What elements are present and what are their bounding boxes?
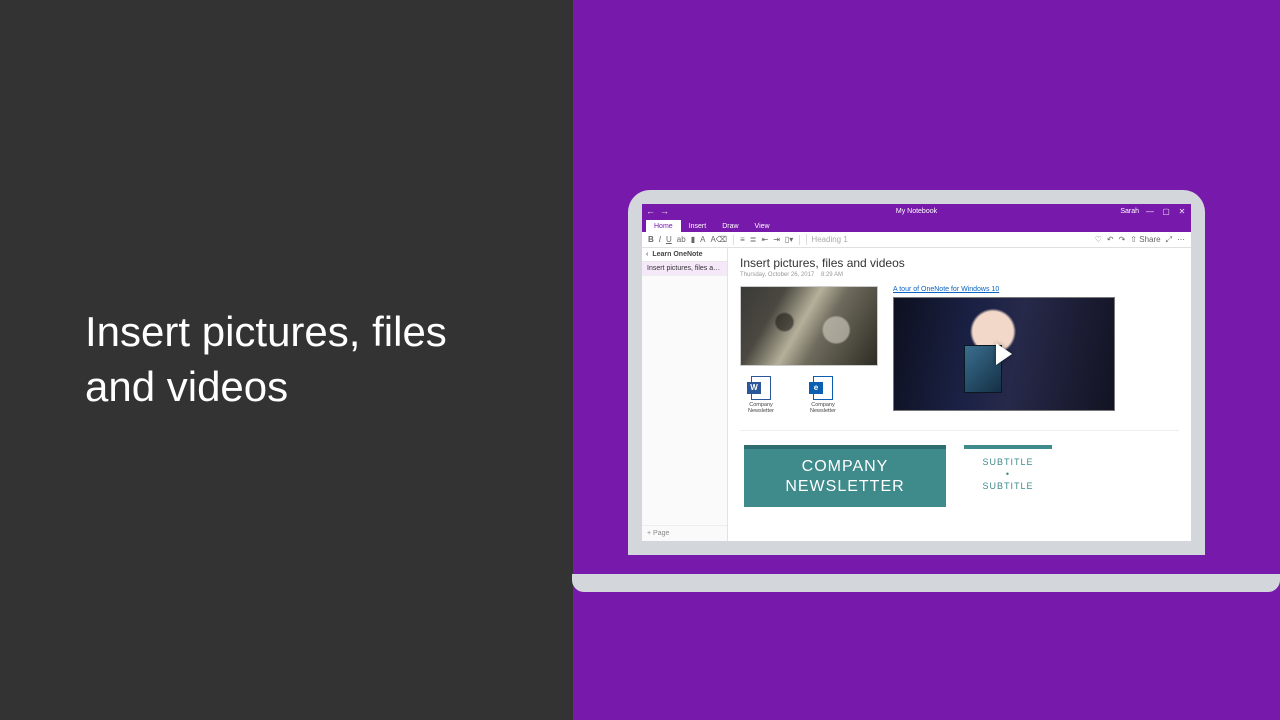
- onenote-window: ← → My Notebook Sarah — ▢ ✕ Home Insert …: [642, 204, 1191, 541]
- add-page-button[interactable]: + Page: [642, 525, 727, 541]
- notebook-title[interactable]: My Notebook: [896, 208, 937, 215]
- pdf-file-icon: [813, 376, 833, 400]
- slide-title: Insert pictures, files and videos: [85, 305, 505, 414]
- page-list-item[interactable]: Insert pictures, files an…: [642, 262, 727, 276]
- nav-back-icon[interactable]: ←: [646, 206, 655, 216]
- laptop-frame: ← → My Notebook Sarah — ▢ ✕ Home Insert …: [628, 190, 1205, 555]
- tab-draw[interactable]: Draw: [714, 220, 746, 232]
- align-button[interactable]: ▯▾: [785, 235, 793, 244]
- page-title[interactable]: Insert pictures, files and videos: [740, 256, 1179, 270]
- user-name[interactable]: Sarah: [1120, 208, 1139, 215]
- video-link[interactable]: A tour of OneNote for Windows 10: [893, 286, 1115, 293]
- slide-left-panel: Insert pictures, files and videos: [0, 0, 573, 720]
- bold-button[interactable]: B: [648, 235, 654, 244]
- content-area: ‹ Learn OneNote Insert pictures, files a…: [642, 248, 1191, 541]
- ribbon-tabs: Home Insert Draw View: [642, 218, 1191, 232]
- undo-button[interactable]: ↶: [1107, 235, 1114, 244]
- newsletter-heading: COMPANY NEWSLETTER: [744, 445, 946, 507]
- page-timestamp: Thursday, October 26, 2017 8:29 AM: [740, 272, 1179, 278]
- tab-home[interactable]: Home: [646, 220, 681, 232]
- tab-view[interactable]: View: [747, 220, 778, 232]
- share-button[interactable]: ⇧ Share: [1130, 235, 1160, 244]
- inserted-image[interactable]: [740, 286, 878, 366]
- newsletter-subtitle-block: SUBTITLE • SUBTITLE: [964, 445, 1052, 499]
- embedded-video[interactable]: [893, 297, 1115, 411]
- lightbulb-icon[interactable]: ♡: [1095, 235, 1102, 244]
- slide-right-panel: ← → My Notebook Sarah — ▢ ✕ Home Insert …: [573, 0, 1280, 720]
- section-name: Learn OneNote: [652, 251, 702, 258]
- redo-button[interactable]: ↷: [1119, 235, 1126, 244]
- play-icon[interactable]: [996, 343, 1012, 365]
- style-selector[interactable]: Heading 1: [806, 234, 851, 245]
- maximize-icon[interactable]: ▢: [1161, 207, 1171, 216]
- indent-button[interactable]: ⇥: [773, 235, 780, 244]
- italic-button[interactable]: I: [659, 235, 661, 244]
- clear-format-button[interactable]: A⌫: [710, 235, 727, 244]
- back-icon[interactable]: ‹: [646, 251, 648, 258]
- underline-button[interactable]: U: [666, 235, 672, 244]
- strike-button[interactable]: ab: [677, 235, 686, 244]
- font-color-button[interactable]: A: [700, 235, 705, 244]
- outdent-button[interactable]: ⇤: [761, 235, 768, 244]
- more-button[interactable]: ⋯: [1177, 235, 1185, 244]
- tab-insert[interactable]: Insert: [681, 220, 715, 232]
- file-attachment-word[interactable]: Company Newsletter: [740, 376, 782, 414]
- note-canvas[interactable]: Insert pictures, files and videos Thursd…: [728, 248, 1191, 541]
- file-attachment-pdf[interactable]: Company Newsletter: [802, 376, 844, 414]
- fullscreen-button[interactable]: ⤢: [1166, 235, 1172, 245]
- window-titlebar: ← → My Notebook Sarah — ▢ ✕: [642, 204, 1191, 218]
- ribbon-commands: B I U ab ▮ A A⌫ ≡ ≣ ⇤ ⇥ ▯▾ Heading 1 ♡ ↶…: [642, 232, 1191, 248]
- minimize-icon[interactable]: —: [1145, 207, 1155, 216]
- section-header[interactable]: ‹ Learn OneNote: [642, 248, 727, 262]
- nav-forward-icon[interactable]: →: [660, 206, 669, 216]
- word-file-icon: [751, 376, 771, 400]
- printout-attachment[interactable]: COMPANY NEWSLETTER SUBTITLE • SUBTITLE: [740, 430, 1179, 511]
- laptop-base: [572, 574, 1280, 592]
- number-list-button[interactable]: ≣: [750, 235, 757, 244]
- close-icon[interactable]: ✕: [1177, 207, 1187, 216]
- page-list-sidebar: ‹ Learn OneNote Insert pictures, files a…: [642, 248, 728, 541]
- highlight-button[interactable]: ▮: [691, 235, 695, 244]
- bullet-list-button[interactable]: ≡: [740, 235, 745, 244]
